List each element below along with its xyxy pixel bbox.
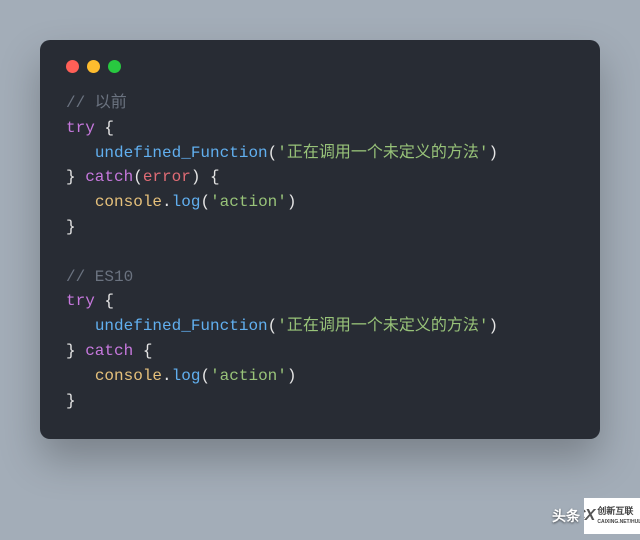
window-titlebar [66,60,574,73]
code-window: // 以前 try { undefined_Function('正在调用一个未定… [40,40,600,439]
string-arg: '正在调用一个未定义的方法' [277,144,488,162]
string-action: 'action' [210,367,287,385]
comment-es10: // ES10 [66,268,133,286]
fn-undefined: undefined_Function [95,144,268,162]
watermark-text: 头条 [552,506,580,526]
string-arg: '正在调用一个未定义的方法' [277,317,488,335]
close-icon[interactable] [66,60,79,73]
comment-before: // 以前 [66,94,127,112]
keyword-catch: catch [85,168,133,186]
watermark-logo: CX 创新互联 CAIXING.NET/HULIAN [584,498,640,534]
string-action: 'action' [210,193,287,211]
fn-log: log [172,193,201,211]
fn-undefined: undefined_Function [95,317,268,335]
identifier-console: console [95,193,162,211]
fn-log: log [172,367,201,385]
identifier-error: error [143,168,191,186]
identifier-console: console [95,367,162,385]
watermark-logo-text: 创新互联 CAIXING.NET/HULIAN [597,507,640,525]
minimize-icon[interactable] [87,60,100,73]
keyword-try: try [66,292,95,310]
watermark: 头条 CX 创新互联 CAIXING.NET/HULIAN [552,498,640,534]
keyword-try: try [66,119,95,137]
keyword-catch: catch [85,342,133,360]
zoom-icon[interactable] [108,60,121,73]
code-block: // 以前 try { undefined_Function('正在调用一个未定… [66,91,574,413]
